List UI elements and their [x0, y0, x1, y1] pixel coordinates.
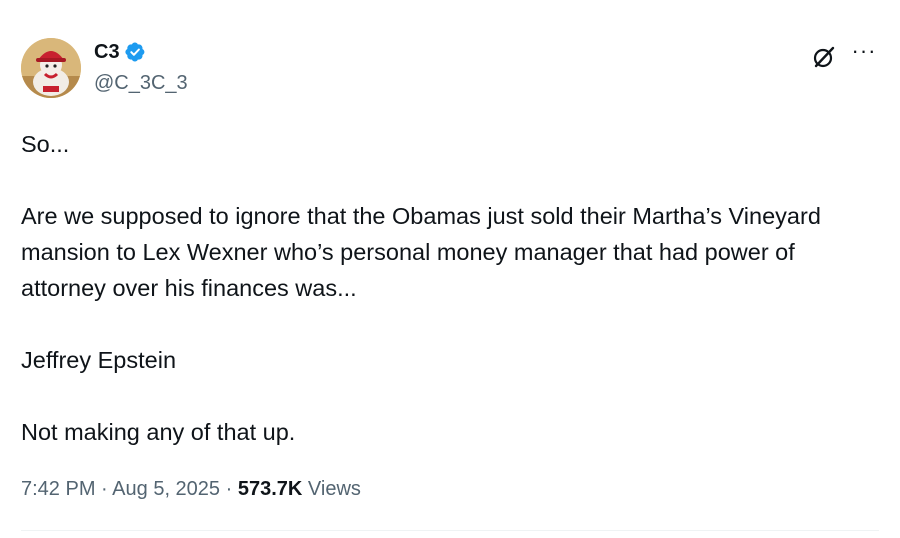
tweet-meta: 7:42 PM · Aug 5, 2025 · 573.7K Views [21, 475, 361, 503]
tweet-timestamp-date[interactable]: Aug 5, 2025 [112, 478, 220, 500]
tweet-text: So... Are we supposed to ignore that the… [21, 126, 881, 450]
views-label: Views [307, 478, 361, 500]
grok-icon[interactable] [811, 44, 837, 70]
verified-badge-icon [124, 41, 146, 63]
author-name-row: C3 [94, 40, 146, 64]
meta-separator: · [225, 478, 233, 500]
tweet-timestamp-time[interactable]: 7:42 PM [21, 478, 95, 500]
tweet-paragraph: Are we supposed to ignore that the Obama… [21, 203, 821, 301]
tweet-paragraph: So... [21, 131, 70, 157]
tweet-card: C3 @C_3C_3 ··· So... Are we supposed to … [0, 0, 900, 538]
author-display-name[interactable]: C3 [94, 40, 120, 64]
tweet-paragraph: Jeffrey Epstein [21, 347, 177, 373]
author-handle[interactable]: @C_3C_3 [94, 71, 188, 95]
views-count: 573.7K [237, 478, 303, 500]
divider [21, 530, 879, 531]
more-icon[interactable]: ··· [849, 40, 879, 68]
meta-separator: · [101, 478, 108, 500]
tweet-paragraph: Not making any of that up. [21, 419, 296, 445]
author-avatar[interactable] [21, 38, 81, 98]
avatar-image [21, 38, 81, 98]
